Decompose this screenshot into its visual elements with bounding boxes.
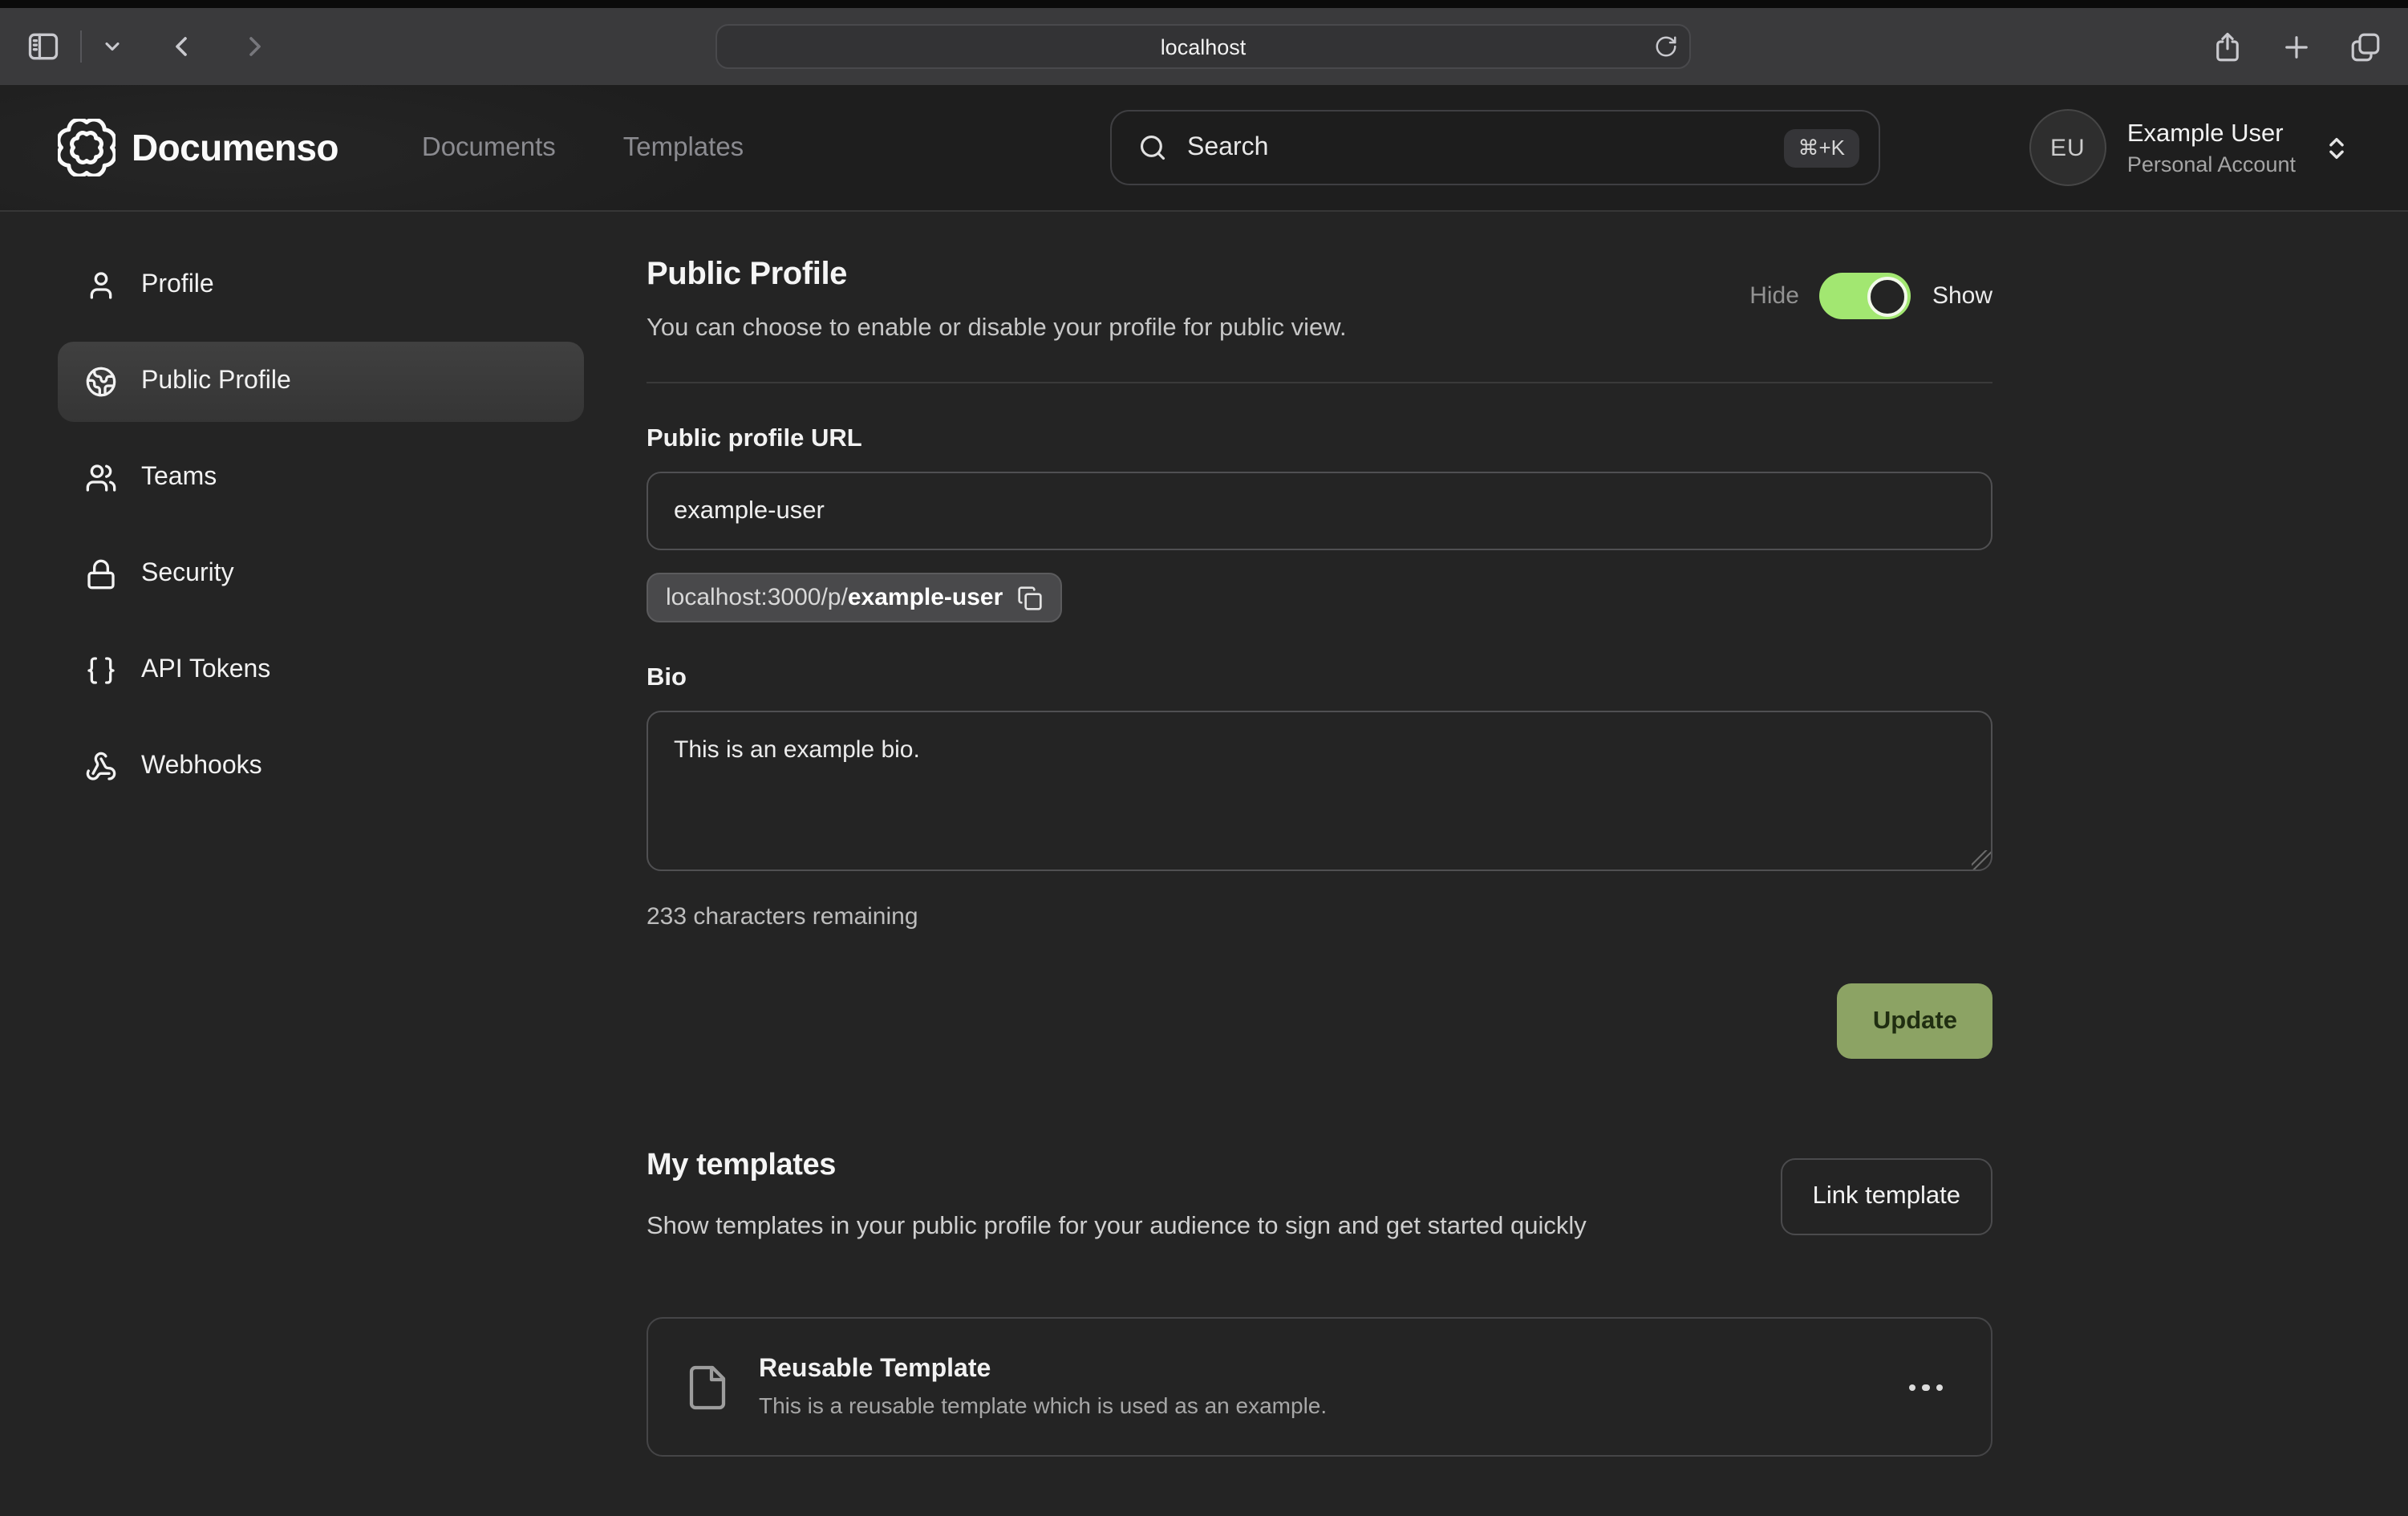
update-button[interactable]: Update: [1838, 983, 1992, 1059]
main-content: Public Profile You can choose to enable …: [616, 212, 2408, 1514]
sidebar-item-label: Public Profile: [141, 367, 291, 396]
sidebar-item-webhooks[interactable]: Webhooks: [58, 727, 584, 807]
bio-label: Bio: [647, 664, 1992, 693]
sidebar-item-label: Security: [141, 560, 234, 589]
url-prefix: localhost:3000/p/: [666, 584, 848, 611]
account-type: Personal Account: [2127, 152, 2296, 176]
sidebar-item-teams[interactable]: Teams: [58, 438, 584, 518]
nav-templates[interactable]: Templates: [623, 132, 744, 163]
profile-url-preview-chip[interactable]: localhost:3000/p/ example-user: [647, 573, 1062, 622]
sidebar-item-label: API Tokens: [141, 656, 270, 685]
toggle-hide-label: Hide: [1749, 282, 1799, 310]
bio-textarea[interactable]: This is an example bio.: [647, 711, 1992, 871]
brand[interactable]: Documenso: [58, 119, 338, 176]
reload-icon[interactable]: [1654, 34, 1678, 59]
brand-name: Documenso: [132, 126, 338, 169]
url-slug: example-user: [848, 584, 1003, 611]
account-menu[interactable]: EU Example User Personal Account: [2029, 109, 2350, 186]
link-template-button[interactable]: Link template: [1781, 1158, 1992, 1235]
switch-knob: [1868, 276, 1908, 316]
toggle-show-label: Show: [1932, 282, 1992, 310]
tab-overview-icon[interactable]: [2349, 30, 2382, 63]
braces-icon: [85, 655, 117, 687]
sidebar-item-profile[interactable]: Profile: [58, 245, 584, 326]
sidebar-item-label: Webhooks: [141, 752, 262, 781]
my-templates-description: Show templates in your public profile fo…: [647, 1206, 1770, 1249]
search-shortcut-badge: ⌘+K: [1783, 128, 1859, 167]
app-window: localhost: [0, 0, 2408, 1516]
profile-url-input[interactable]: [647, 472, 1992, 550]
template-name: Reusable Template: [759, 1356, 1327, 1385]
divider: [80, 30, 82, 63]
forward-icon[interactable]: [239, 30, 271, 63]
profile-visibility-switch[interactable]: [1820, 273, 1911, 319]
search-input[interactable]: [1187, 133, 1764, 162]
copy-icon[interactable]: [1017, 585, 1043, 610]
top-nav: Documents Templates: [422, 132, 744, 163]
sidebar-item-public-profile[interactable]: Public Profile: [58, 342, 584, 422]
my-templates-section: My templates Show templates in your publ…: [647, 1149, 1992, 1249]
webhook-icon: [85, 751, 117, 783]
browser-chrome: localhost: [0, 0, 2408, 85]
app-header: Documenso Documents Templates ⌘+K EU Exa…: [0, 85, 2408, 212]
search-icon: [1137, 132, 1168, 163]
avatar: EU: [2029, 109, 2106, 186]
template-options-icon[interactable]: [1899, 1374, 1952, 1400]
lock-icon: [85, 558, 117, 590]
page-subtitle: You can choose to enable or disable your…: [647, 314, 1347, 343]
sidebar-item-label: Teams: [141, 464, 217, 492]
profile-visibility-toggle-row: Hide Show: [1749, 273, 1992, 319]
user-name: Example User: [2127, 120, 2296, 148]
template-description: This is a reusable template which is use…: [759, 1393, 1327, 1419]
profile-url-label: Public profile URL: [647, 425, 1992, 454]
user-icon: [85, 270, 117, 302]
file-icon: [683, 1360, 732, 1415]
search-bar[interactable]: ⌘+K: [1110, 110, 1880, 185]
sidebar-item-api-tokens[interactable]: API Tokens: [58, 630, 584, 711]
sidebar-menu-chevron-icon[interactable]: [101, 35, 124, 58]
address-bar[interactable]: localhost: [716, 24, 1691, 69]
chevrons-up-down-icon: [2323, 134, 2350, 161]
sidebar-toggle-icon[interactable]: [26, 29, 61, 64]
globe-icon: [85, 366, 117, 398]
section-divider: [647, 382, 1992, 383]
nav-documents[interactable]: Documents: [422, 132, 556, 163]
characters-remaining: 233 characters remaining: [647, 903, 1992, 930]
documenso-logo-icon: [58, 119, 116, 176]
page-title: Public Profile: [647, 257, 1347, 294]
sidebar-item-security[interactable]: Security: [58, 534, 584, 614]
users-icon: [85, 462, 117, 494]
new-tab-icon[interactable]: [2280, 30, 2313, 63]
sidebar-item-label: Profile: [141, 271, 214, 300]
back-icon[interactable]: [165, 30, 197, 63]
share-icon[interactable]: [2211, 30, 2244, 63]
settings-sidebar: Profile Public Profile Teams Security: [0, 212, 616, 1514]
address-bar-url: localhost: [1161, 34, 1247, 59]
template-list-item[interactable]: Reusable Template This is a reusable tem…: [647, 1318, 1992, 1457]
